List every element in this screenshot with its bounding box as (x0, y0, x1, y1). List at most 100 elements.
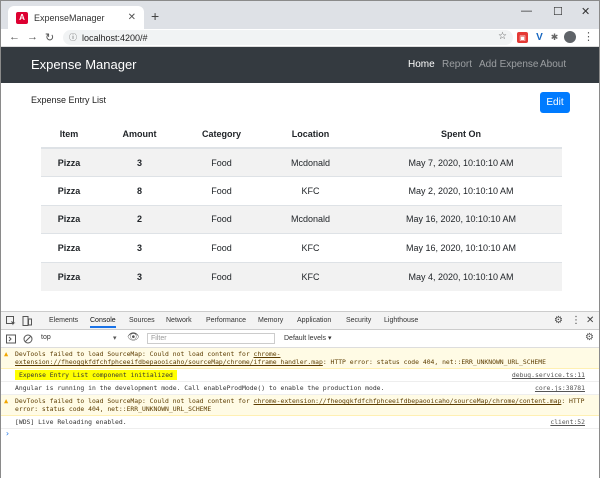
column-header-item: Item (41, 121, 97, 149)
cell-amount: 3 (97, 147, 182, 177)
address-bar[interactable]: ⓘ localhost:4200/# (63, 30, 513, 45)
back-icon[interactable]: ← (9, 31, 20, 43)
cell-spent-on: May 16, 2020, 10:10:10 AM (360, 233, 562, 262)
maximize-icon[interactable]: ☐ (553, 5, 563, 18)
message-tail: : HTTP error: status code 404, net::ERR_… (322, 358, 546, 366)
extension-v-icon[interactable]: V (534, 32, 545, 43)
console-message-warning: ▲ DevTools failed to load SourceMap: Cou… (1, 348, 599, 369)
devtools-tab-console[interactable]: Console (90, 317, 116, 328)
log-levels-dropdown[interactable]: Default levels ▾ (284, 334, 332, 342)
message-text: Angular is running in the development mo… (15, 384, 385, 392)
chevron-down-icon[interactable]: ▾ (113, 334, 117, 342)
extensions-puzzle-icon[interactable]: ✱ (549, 32, 560, 43)
cell-amount: 2 (97, 204, 182, 234)
devtools-tab-elements[interactable]: Elements (49, 317, 78, 324)
console-output: ▲ DevTools failed to load SourceMap: Cou… (1, 348, 599, 439)
minimize-icon[interactable]: — (521, 5, 532, 17)
cell-item: Pizza (41, 176, 97, 205)
cell-category: Food (182, 147, 261, 177)
browser-menu-icon[interactable]: ⋮ (583, 30, 594, 43)
profile-avatar-icon[interactable] (564, 31, 576, 43)
column-header-category: Category (182, 121, 261, 149)
cell-item: Pizza (41, 261, 97, 291)
table-row: Pizza 3 Food KFC May 4, 2020, 10:10:10 A… (41, 261, 562, 291)
console-message-log: Expense Entry List component initialized… (1, 369, 599, 382)
table-row: Pizza 3 Food Mcdonald May 7, 2020, 10:10… (41, 147, 562, 177)
devtools-panel: Elements Console Sources Network Perform… (1, 311, 599, 478)
device-toolbar-icon[interactable] (22, 316, 32, 326)
column-header-spent-on: Spent On (360, 121, 562, 149)
forward-icon[interactable]: → (27, 31, 38, 43)
app-navbar: Expense Manager Home Report Add Expense … (1, 47, 599, 83)
column-header-amount: Amount (97, 121, 182, 149)
message-text: [WDS] Live Reloading enabled. (15, 418, 127, 426)
reload-icon[interactable]: ↻ (45, 31, 54, 44)
cell-category: Food (182, 176, 261, 205)
cell-item: Pizza (41, 204, 97, 234)
info-icon[interactable]: ⓘ (69, 32, 77, 43)
table-header-row: Item Amount Category Location Spent On (41, 121, 562, 149)
url-text: localhost:4200/# (82, 32, 148, 43)
cell-location: Mcdonald (261, 147, 360, 177)
tab-strip: A ExpenseManager ✕ + — ☐ ✕ (1, 1, 599, 29)
navbar-brand[interactable]: Expense Manager (31, 57, 137, 72)
cell-spent-on: May 16, 2020, 10:10:10 AM (360, 204, 562, 234)
devtools-tab-memory[interactable]: Memory (258, 317, 283, 324)
context-selector[interactable]: top (41, 334, 51, 341)
nav-link-home[interactable]: Home (408, 59, 435, 70)
devtools-tab-lighthouse[interactable]: Lighthouse (384, 317, 418, 324)
devtools-tab-security[interactable]: Security (346, 317, 371, 324)
devtools-tab-application[interactable]: Application (297, 317, 331, 324)
clear-console-icon[interactable] (23, 334, 33, 344)
devtools-menu-icon[interactable]: ⋮ (571, 315, 581, 326)
console-sidebar-icon[interactable] (6, 334, 16, 344)
console-toolbar: top ▾ 👁 Filter Default levels ▾ ⚙ (1, 330, 599, 348)
devtools-tab-network[interactable]: Network (166, 317, 192, 324)
cell-location: KFC (261, 176, 360, 205)
extension-shield-icon[interactable]: ▣ (517, 32, 528, 43)
console-message-warning: ▲ DevTools failed to load SourceMap: Cou… (1, 395, 599, 416)
message-text: DevTools failed to load SourceMap: Could… (15, 350, 254, 358)
address-bar-row: ← → ↻ ⓘ localhost:4200/# ☆ ▣ V ✱ ⋮ (1, 29, 599, 47)
message-source-link[interactable]: core.js:38781 (535, 384, 585, 392)
nav-link-report[interactable]: Report (442, 59, 472, 70)
console-settings-icon[interactable]: ⚙ (585, 332, 594, 343)
message-source-link[interactable]: client:52 (550, 418, 585, 426)
inspect-element-icon[interactable] (6, 316, 16, 326)
cell-category: Food (182, 204, 261, 234)
devtools-tab-bar: Elements Console Sources Network Perform… (1, 312, 599, 330)
cell-location: KFC (261, 233, 360, 262)
devtools-settings-icon[interactable]: ⚙ (554, 315, 563, 326)
console-prompt-icon: › (5, 429, 10, 438)
new-tab-icon[interactable]: + (151, 8, 159, 24)
devtools-tab-performance[interactable]: Performance (206, 317, 246, 324)
console-message-log: [WDS] Live Reloading enabled. client:52 (1, 416, 599, 429)
cell-spent-on: May 4, 2020, 10:10:10 AM (360, 261, 562, 291)
cell-category: Food (182, 261, 261, 291)
devtools-close-icon[interactable]: ✕ (586, 315, 594, 326)
console-prompt-row[interactable]: › (1, 429, 599, 439)
console-filter-input[interactable]: Filter (147, 333, 275, 344)
sourcemap-link[interactable]: chrome-extension://fheoggkfdfchfphceeifd… (254, 397, 562, 405)
cell-category: Food (182, 233, 261, 262)
tab-title: ExpenseManager (34, 12, 105, 23)
message-text: DevTools failed to load SourceMap: Could… (15, 397, 254, 405)
table-row: Pizza 8 Food KFC May 2, 2020, 10:10:10 A… (41, 176, 562, 205)
cell-amount: 8 (97, 176, 182, 205)
highlighted-message-text: Expense Entry List component initialized (15, 370, 177, 380)
devtools-tab-sources[interactable]: Sources (129, 317, 155, 324)
close-tab-icon[interactable]: ✕ (128, 12, 136, 23)
column-header-location: Location (261, 121, 360, 149)
page-title: Expense Entry List (31, 95, 107, 105)
nav-link-add-expense[interactable]: Add Expense (479, 59, 539, 70)
cell-spent-on: May 7, 2020, 10:10:10 AM (360, 147, 562, 177)
live-expression-eye-icon[interactable]: 👁 (127, 332, 140, 343)
close-window-icon[interactable]: ✕ (581, 5, 590, 18)
nav-link-about[interactable]: About (540, 59, 566, 70)
browser-tab[interactable]: A ExpenseManager ✕ (8, 6, 144, 29)
angular-favicon-icon: A (16, 11, 28, 24)
bookmark-star-icon[interactable]: ☆ (498, 31, 507, 42)
edit-button[interactable]: Edit (540, 92, 570, 113)
cell-spent-on: May 2, 2020, 10:10:10 AM (360, 176, 562, 205)
message-source-link[interactable]: debug.service.ts:11 (512, 371, 585, 379)
